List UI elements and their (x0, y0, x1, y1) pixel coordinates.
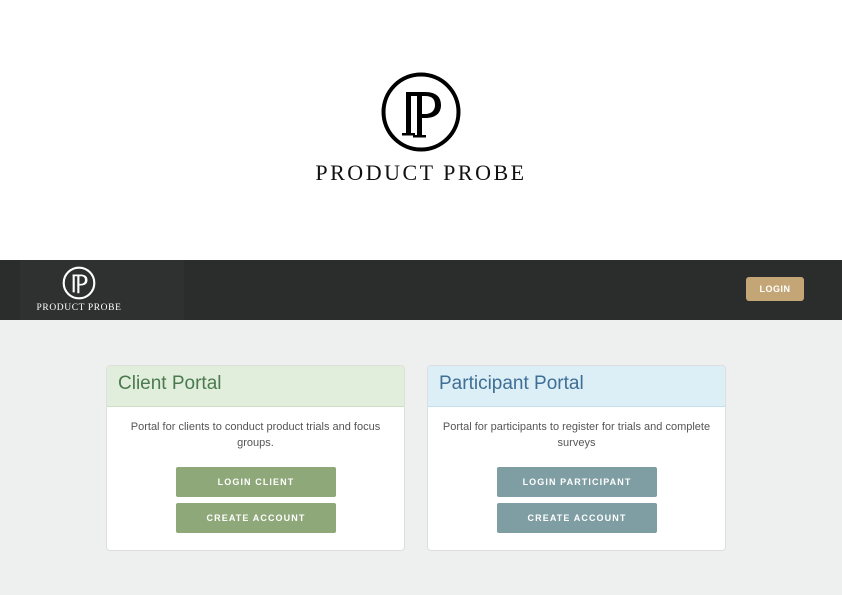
navbar-brand-name: PRODUCT PROBE (36, 303, 122, 313)
navbar-brand[interactable]: PRODUCT PROBE (20, 260, 184, 320)
login-client-button[interactable]: LOGIN CLIENT (176, 467, 336, 497)
pp-monogram-logo-icon (62, 266, 96, 300)
brand-name: PRODUCT PROBE (315, 160, 527, 185)
participant-portal-description: Portal for participants to register for … (442, 421, 711, 449)
client-portal-title: Client Portal (107, 366, 404, 407)
client-portal-description: Portal for clients to conduct product tr… (130, 421, 381, 449)
participant-portal-title: Participant Portal (428, 366, 725, 407)
navbar: PRODUCT PROBE LOGIN (0, 260, 842, 320)
participant-portal-card: Participant Portal Portal for participan… (427, 365, 726, 551)
login-participant-button[interactable]: LOGIN PARTICIPANT (497, 467, 657, 497)
hero-logo-area: PRODUCT PROBE (0, 0, 842, 260)
login-button[interactable]: LOGIN (746, 277, 804, 301)
main-content: Client Portal Portal for clients to cond… (0, 320, 842, 595)
client-create-account-button[interactable]: CREATE ACCOUNT (176, 503, 336, 533)
pp-monogram-logo-icon (381, 72, 461, 152)
client-portal-card: Client Portal Portal for clients to cond… (106, 365, 405, 551)
participant-create-account-button[interactable]: CREATE ACCOUNT (497, 503, 657, 533)
